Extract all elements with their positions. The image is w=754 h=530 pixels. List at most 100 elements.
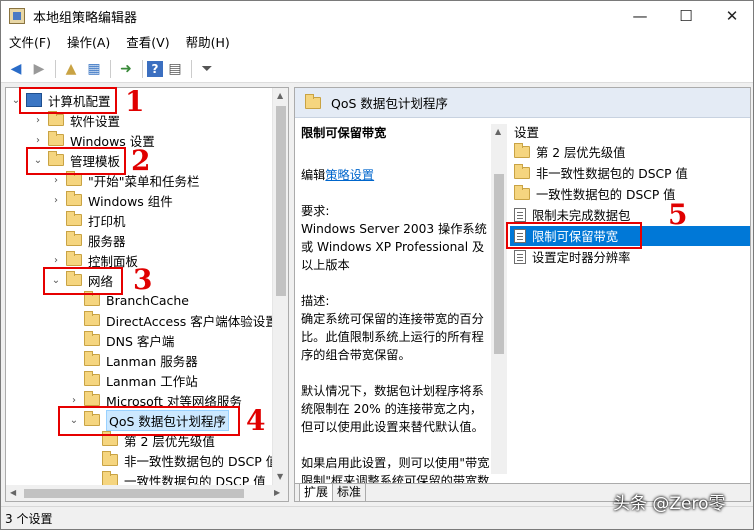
tree-label: Lanman 工作站: [106, 373, 198, 389]
policy-setting-icon: [514, 208, 526, 222]
help-icon[interactable]: ?: [147, 60, 163, 77]
tree-node-directaccess[interactable]: DirectAccess 客户端体验设置: [68, 310, 274, 330]
description-scrollbar[interactable]: ▲: [491, 124, 507, 474]
tree-label: 服务器: [88, 233, 126, 249]
menu-view[interactable]: 查看(V): [118, 31, 177, 55]
tab-extended[interactable]: 扩展: [299, 484, 334, 501]
tree-node-lanman-server[interactable]: Lanman 服务器: [68, 350, 198, 370]
main-window: 本地组策略编辑器 — ☐ ✕ 文件(F) 操作(A) 查看(V) 帮助(H) ◀…: [0, 0, 754, 530]
menu-file[interactable]: 文件(F): [1, 31, 59, 55]
expand-icon[interactable]: ›: [32, 135, 44, 146]
annotation-box-2: [26, 147, 126, 175]
scroll-left-icon[interactable]: ◀: [10, 488, 16, 497]
tree-label: 打印机: [88, 213, 126, 229]
export-list-icon[interactable]: ➜: [115, 58, 137, 80]
settings-item-timer-resolution[interactable]: 设置定时器分辨率: [510, 247, 750, 267]
folder-icon: [102, 451, 118, 466]
tree-node-windows-components[interactable]: › Windows 组件: [50, 190, 173, 210]
annotation-number-3: 3: [133, 263, 153, 296]
scrollbar-thumb[interactable]: [494, 174, 504, 354]
scroll-up-icon[interactable]: ▲: [277, 91, 283, 100]
folder-icon: [66, 171, 82, 186]
folder-icon: [84, 291, 100, 306]
settings-folder-layer2-priority[interactable]: 第 2 层优先级值: [510, 142, 750, 162]
tree-label: Lanman 服务器: [106, 353, 198, 369]
scroll-down-icon[interactable]: ▼: [277, 472, 283, 481]
show-hide-tree-icon[interactable]: ▦: [83, 58, 105, 80]
folder-icon: [66, 251, 82, 266]
tab-standard[interactable]: 标准: [332, 484, 367, 501]
toolbar-separator: [55, 59, 56, 78]
status-text: 3 个设置: [5, 511, 53, 526]
description-text: 描述: 确定系统可保留的连接带宽的百分比。此值限制系统上运行的所有程序的组合带宽…: [301, 294, 484, 362]
annotation-box-5: [506, 222, 642, 249]
extended-description: 限制可保留带宽 编辑策略设置 要求: Windows Server 2003 操…: [295, 118, 507, 483]
folder-icon: [514, 185, 530, 200]
scrollbar-thumb[interactable]: [24, 489, 244, 498]
expand-icon[interactable]: ›: [50, 255, 62, 266]
scroll-up-icon[interactable]: ▲: [495, 127, 501, 136]
settings-folder-nonconforming-dscp[interactable]: 非一致性数据包的 DSCP 值: [510, 163, 750, 183]
folder-icon: [66, 211, 82, 226]
forward-icon[interactable]: ▶: [28, 58, 50, 80]
details-header: QoS 数据包计划程序: [295, 88, 750, 118]
folder-icon: [84, 391, 100, 406]
edit-prefix: 编辑: [301, 168, 326, 182]
gpedit-app-icon: [9, 8, 25, 24]
tree-label: DirectAccess 客户端体验设置: [106, 313, 274, 329]
expand-icon[interactable]: ›: [32, 115, 44, 126]
tree-node-nonconforming-dscp[interactable]: 非一致性数据包的 DSCP 值: [86, 450, 274, 470]
expand-icon[interactable]: ›: [50, 175, 62, 186]
settings-item-label: 设置定时器分辨率: [532, 251, 631, 265]
tree-label: Windows 组件: [88, 193, 173, 209]
maximize-button[interactable]: ☐: [663, 1, 709, 31]
folder-icon: [305, 93, 321, 109]
tree-label: DNS 客户端: [106, 333, 175, 349]
expand-icon[interactable]: ›: [50, 195, 62, 206]
settings-item-label: 第 2 层优先级值: [536, 146, 626, 160]
settings-folder-conforming-dscp[interactable]: 一致性数据包的 DSCP 值: [510, 184, 750, 204]
scrollbar-thumb[interactable]: [276, 106, 286, 296]
tree-node-lanman-workstation[interactable]: Lanman 工作站: [68, 370, 198, 390]
folder-icon: [84, 331, 100, 346]
annotation-number-2: 2: [131, 144, 151, 177]
annotation-box-3: [43, 267, 123, 295]
edit-policy-link[interactable]: 策略设置: [325, 168, 374, 182]
annotation-number-4: 4: [246, 404, 266, 437]
watermark: 头条 @Zero零: [613, 494, 726, 514]
menu-bar: 文件(F) 操作(A) 查看(V) 帮助(H): [1, 31, 753, 55]
close-button[interactable]: ✕: [709, 1, 754, 31]
policy-title: 限制可保留带宽: [301, 126, 387, 140]
minimize-button[interactable]: —: [617, 1, 663, 31]
tree-node-conforming-dscp[interactable]: 一致性数据包的 DSCP 值: [86, 470, 266, 486]
tree-horizontal-scrollbar[interactable]: ◀ ▶: [5, 485, 289, 502]
toolbar-separator: [110, 59, 111, 78]
menu-help[interactable]: 帮助(H): [178, 31, 238, 55]
filter-icon[interactable]: ⏷: [196, 58, 218, 80]
up-folder-icon[interactable]: ▲: [60, 58, 82, 80]
folder-icon: [84, 311, 100, 326]
toolbar: ◀ ▶ ▲ ▦ ➜ ? ▤ ⏷: [1, 55, 753, 83]
title-bar: 本地组策略编辑器 — ☐ ✕: [1, 1, 753, 31]
tree-vertical-scrollbar[interactable]: ▲ ▼: [272, 88, 288, 486]
settings-item-label: 一致性数据包的 DSCP 值: [536, 188, 676, 202]
tree-node-printers[interactable]: 打印机: [50, 210, 126, 230]
tree-label: 非一致性数据包的 DSCP 值: [124, 453, 274, 469]
settings-column-header[interactable]: 设置: [514, 122, 539, 141]
if-enabled-text: 如果启用此设置，则可以使用"带宽限制"框来调整系统可保留的带宽数量。: [301, 456, 490, 483]
back-icon[interactable]: ◀: [5, 58, 27, 80]
properties-icon[interactable]: ▤: [164, 58, 186, 80]
tree-node-dns-client[interactable]: DNS 客户端: [68, 330, 174, 350]
annotation-box-4: [58, 406, 240, 436]
toolbar-separator: [191, 59, 192, 78]
policy-setting-icon: [514, 250, 526, 264]
toolbar-separator: [142, 59, 143, 78]
folder-icon: [84, 351, 100, 366]
edit-policy-line: 编辑策略设置: [301, 166, 491, 184]
tree-node-server[interactable]: 服务器: [50, 230, 126, 250]
folder-icon: [48, 111, 64, 126]
scroll-right-icon[interactable]: ▶: [274, 488, 280, 497]
menu-action[interactable]: 操作(A): [59, 31, 118, 55]
expand-icon[interactable]: ›: [68, 395, 80, 406]
annotation-number-1: 1: [125, 85, 145, 118]
